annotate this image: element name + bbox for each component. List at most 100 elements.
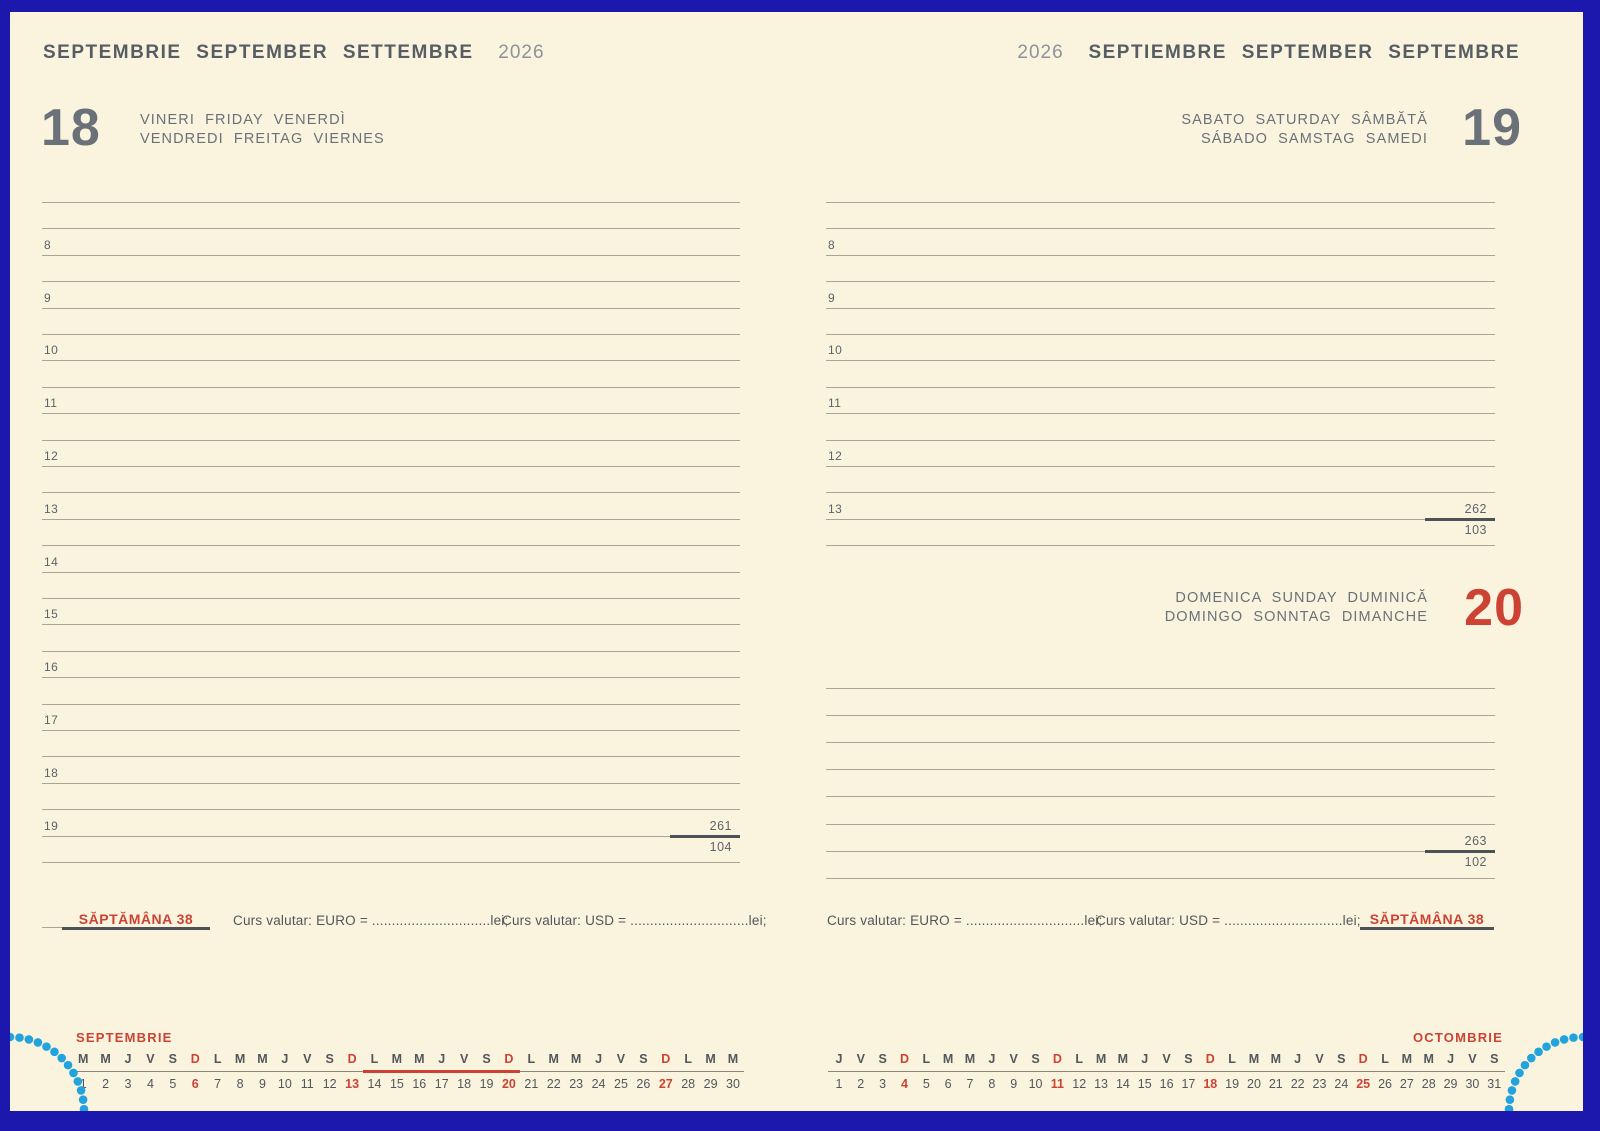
calendar-day-number: 30 [722, 1077, 744, 1091]
corner-dots-right [1471, 999, 1583, 1111]
day-of-year-divider [1425, 850, 1495, 853]
weekday-letter: V [610, 1052, 632, 1066]
calendar-day-number: 11 [296, 1077, 318, 1091]
calendar-day-number: 15 [1134, 1077, 1156, 1091]
rule-line [42, 360, 740, 361]
blue-dot [64, 1061, 73, 1070]
left-euro-rate: Curs valutar: EURO = ...................… [233, 913, 508, 928]
days-remaining-number: 102 [1465, 855, 1487, 869]
rule-line [42, 440, 740, 441]
right-usd-rate: Curs valutar: USD = ....................… [1096, 913, 1361, 928]
calendar-day-number: 11 [1046, 1077, 1068, 1091]
hour-label: 14 [44, 555, 58, 569]
calendar-day-number: 2 [850, 1077, 872, 1091]
calendar-day-number: 17 [431, 1077, 453, 1091]
rule-line [42, 624, 740, 625]
rule-line [42, 387, 740, 388]
weekday-letter: D [1352, 1052, 1374, 1066]
weekday-letter: M [1090, 1052, 1112, 1066]
rule-line [42, 413, 740, 414]
weekday-letter: M [386, 1052, 408, 1066]
weekday-letter: L [206, 1052, 228, 1066]
rule-line [42, 572, 740, 573]
weekday-letter: D [1199, 1052, 1221, 1066]
calendar-day-number: 4 [894, 1077, 916, 1091]
rule-line [42, 545, 740, 546]
rule-line [42, 651, 740, 652]
calendar-day-number: 7 [959, 1077, 981, 1091]
blue-dot [1511, 1077, 1520, 1086]
blue-dot [74, 1077, 83, 1086]
weekday-letter: J [1287, 1052, 1309, 1066]
calendar-day-number: 19 [1221, 1077, 1243, 1091]
calendar-day-number: 5 [915, 1077, 937, 1091]
rule-line [826, 796, 1495, 797]
weekday-letter: M [1112, 1052, 1134, 1066]
weekday-letter: M [699, 1052, 721, 1066]
calendar-day-row: 1234567891011121314151617181920212223242… [828, 1077, 1505, 1091]
right-week-label: SĂPTĂMÂNA 38 [1362, 911, 1492, 927]
weekday-letter: L [363, 1052, 385, 1066]
calendar-day-number: 16 [1156, 1077, 1178, 1091]
calendar-day-number: 20 [498, 1077, 520, 1091]
weekday-letter: L [1221, 1052, 1243, 1066]
weekday-letter: V [1156, 1052, 1178, 1066]
blue-dot [57, 1054, 66, 1063]
weekday-letter: L [520, 1052, 542, 1066]
rule-line [42, 704, 740, 705]
weekday-letter: S [872, 1052, 894, 1066]
calendar-day-number: 27 [1396, 1077, 1418, 1091]
current-week-underline [363, 1070, 520, 1073]
rule-line [42, 519, 740, 520]
corner-dots-left [10, 999, 122, 1111]
rule-line [826, 715, 1495, 716]
hour-label: 13 [44, 502, 58, 516]
calendar-day-number: 13 [1090, 1077, 1112, 1091]
calendar-day-number: 21 [1265, 1077, 1287, 1091]
weekday-letter: V [139, 1052, 161, 1066]
calendar-day-number: 22 [1287, 1077, 1309, 1091]
blue-dot [1551, 1038, 1560, 1047]
rule-line [42, 466, 740, 467]
calendar-day-number: 13 [341, 1077, 363, 1091]
calendar-day-number: 6 [184, 1077, 206, 1091]
right-week-underline [1360, 927, 1494, 930]
rule-line [42, 228, 740, 229]
blue-dot [80, 1105, 89, 1111]
rule-line [826, 688, 1495, 689]
calendar-day-number: 3 [872, 1077, 894, 1091]
calendar-day-number: 26 [1374, 1077, 1396, 1091]
blue-dot [1508, 1086, 1517, 1095]
calendar-day-number: 19 [475, 1077, 497, 1091]
blue-dot [1505, 1105, 1514, 1111]
calendar-day-number: 20 [1243, 1077, 1265, 1091]
calendar-day-number: 24 [1330, 1077, 1352, 1091]
mini-calendar-october: OCTOMBRIEJVSDLMMJVSDLMMJVSDLMMJVSDLMMJVS… [828, 1030, 1505, 1096]
calendar-day-number: 10 [274, 1077, 296, 1091]
weekday-letter: L [1068, 1052, 1090, 1066]
hour-label: 11 [44, 396, 57, 410]
calendar-day-number: 12 [1068, 1077, 1090, 1091]
calendar-day-number: 23 [1309, 1077, 1331, 1091]
rule-line [42, 308, 740, 309]
rule-line [826, 878, 1495, 879]
blue-dot [10, 1033, 14, 1042]
hour-label: 19 [44, 819, 58, 833]
weekday-letter: S [1025, 1052, 1047, 1066]
hour-label: 8 [44, 238, 51, 252]
day-of-year-number: 263 [1465, 834, 1487, 848]
blue-dot [1534, 1048, 1543, 1057]
rule-line [42, 677, 740, 678]
weekday-letter: S [632, 1052, 654, 1066]
calendar-day-number: 27 [655, 1077, 677, 1091]
calendar-day-number: 8 [981, 1077, 1003, 1091]
weekday-letter: L [677, 1052, 699, 1066]
weekday-letter: D [655, 1052, 677, 1066]
planner-page: SEPTEMBRIE SEPTEMBER SETTEMBRE 2026 2026… [10, 12, 1583, 1111]
rule-line [42, 756, 740, 757]
weekday-letter: J [1134, 1052, 1156, 1066]
hour-label: 18 [44, 766, 58, 780]
blue-dot [15, 1033, 24, 1042]
calendar-day-number: 12 [318, 1077, 340, 1091]
calendar-day-number: 4 [139, 1077, 161, 1091]
